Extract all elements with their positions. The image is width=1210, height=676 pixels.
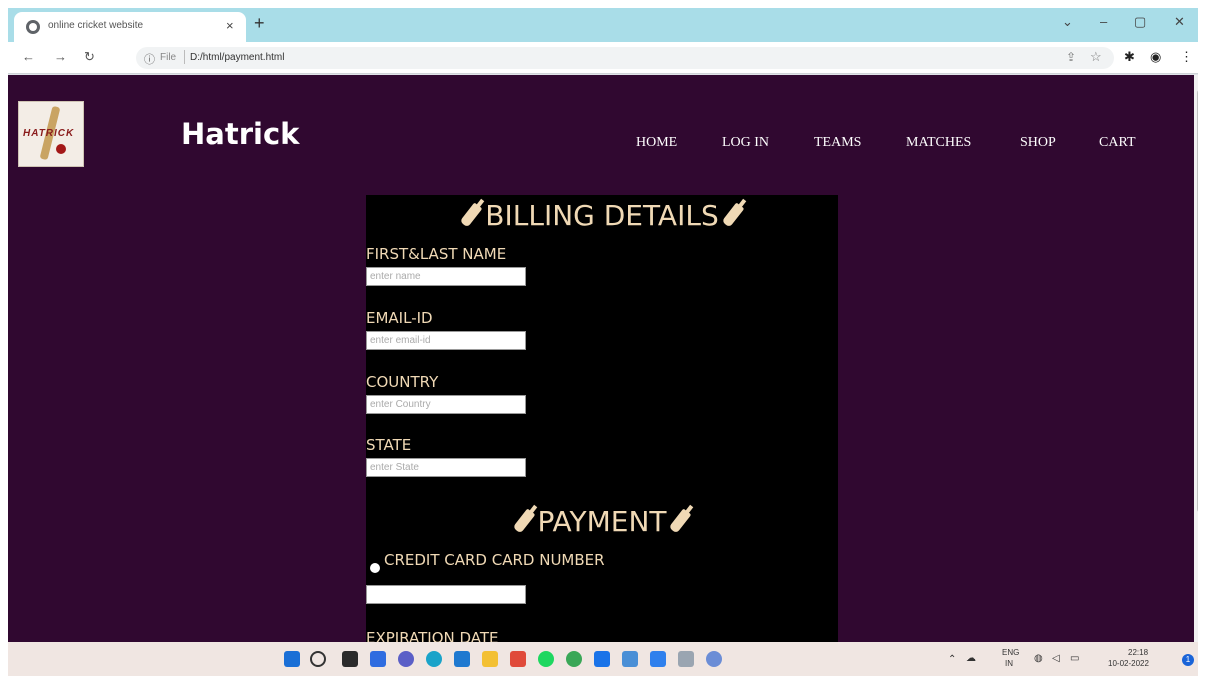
bookmark-star-icon[interactable]: ☆	[1090, 49, 1102, 65]
task-view-icon[interactable]	[342, 651, 358, 667]
cricket-bat-icon	[721, 202, 744, 228]
state-label: STATE	[366, 436, 412, 454]
volume-icon[interactable]: ◁	[1052, 653, 1060, 664]
scroll-up-arrow-icon[interactable]: ▲	[1197, 77, 1198, 84]
close-tab-icon[interactable]: ×	[226, 18, 234, 33]
card-number-input[interactable]	[366, 585, 526, 604]
nav-login[interactable]: LOG IN	[722, 135, 769, 151]
tab-strip: online cricket website × + ⌄ – ▢ ✕	[8, 8, 1198, 42]
extensions-puzzle-icon[interactable]: ✱	[1124, 49, 1135, 65]
maximize-button[interactable]: ▢	[1134, 14, 1146, 30]
url-scheme: File	[160, 52, 177, 63]
cricket-bat-icon	[669, 508, 692, 534]
site-brand: Hatrick	[181, 117, 300, 151]
credit-card-radio[interactable]	[370, 563, 380, 573]
share-icon[interactable]: ⇪	[1066, 50, 1076, 64]
expiration-label: EXPIRATION DATE	[366, 629, 499, 642]
cricket-bat-icon	[512, 508, 535, 534]
logo-text: HATRICK	[23, 128, 75, 139]
name-label: FIRST&LAST NAME	[366, 245, 507, 263]
search-icon[interactable]	[310, 651, 326, 667]
spotify-icon[interactable]	[538, 651, 554, 667]
profile-icon[interactable]: ◉	[1150, 49, 1161, 65]
forward-arrow-icon[interactable]: →	[54, 49, 67, 64]
info-icon[interactable]: ⓘ	[144, 51, 155, 67]
menu-dots-icon[interactable]: ⋮	[1180, 49, 1193, 65]
checkout-form: BILLING DETAILS FIRST&LAST NAME EMAIL-ID…	[366, 195, 838, 642]
credit-card-label: CREDIT CARD CARD NUMBER	[384, 551, 605, 569]
tray-chevron-icon[interactable]: ⌃	[948, 654, 956, 665]
nav-shop[interactable]: SHOP	[1020, 135, 1056, 151]
state-input[interactable]	[366, 458, 526, 477]
lang-top[interactable]: ENG	[1002, 648, 1019, 657]
chat-icon[interactable]	[398, 651, 414, 667]
scroll-thumb[interactable]	[1197, 89, 1198, 513]
nav-home[interactable]: HOME	[636, 135, 677, 151]
clock-time[interactable]: 22:18	[1128, 648, 1148, 657]
nav-teams[interactable]: TEAMS	[814, 135, 861, 151]
payment-heading: PAYMENT	[366, 505, 838, 538]
tab-title: online cricket website	[48, 20, 144, 31]
battery-icon[interactable]: ▭	[1070, 653, 1079, 664]
address-bar[interactable]: ⓘ File D:/html/payment.html ⇪ ☆	[136, 47, 1114, 69]
billing-heading: BILLING DETAILS	[366, 199, 838, 232]
mcafee-icon[interactable]	[510, 651, 526, 667]
wifi-icon[interactable]: ◍	[1034, 653, 1043, 664]
browser-toolbar: ← → ↻ ⓘ File D:/html/payment.html ⇪ ☆ ✱ …	[8, 42, 1198, 74]
widgets-icon[interactable]	[370, 651, 386, 667]
file-explorer-icon[interactable]	[482, 651, 498, 667]
os-taskbar: ⌃ ☁ ENG IN ◍ ◁ ▭ 22:18 10-02-2022 1	[8, 642, 1198, 676]
billing-heading-text: BILLING DETAILS	[485, 199, 719, 232]
payment-heading-text: PAYMENT	[537, 505, 667, 538]
close-window-button[interactable]: ✕	[1174, 14, 1185, 30]
start-windows-icon[interactable]	[284, 651, 300, 667]
clock-date[interactable]: 10-02-2022	[1108, 659, 1149, 668]
new-tab-button[interactable]: +	[254, 14, 265, 32]
reload-icon[interactable]: ↻	[84, 49, 95, 65]
country-input[interactable]	[366, 395, 526, 414]
minimize-button[interactable]: –	[1100, 14, 1107, 29]
name-input[interactable]	[366, 267, 526, 286]
tab-active[interactable]: online cricket website ×	[14, 12, 246, 42]
mail-icon[interactable]	[594, 651, 610, 667]
web-page: HATRICK Hatrick HOME LOG IN TEAMS MATCHE…	[8, 75, 1198, 642]
country-label: COUNTRY	[366, 373, 439, 391]
notepad-icon[interactable]	[622, 651, 638, 667]
vscode-icon[interactable]	[650, 651, 666, 667]
chrome-icon[interactable]	[566, 651, 582, 667]
paint-icon[interactable]	[706, 651, 722, 667]
calculator-icon[interactable]	[678, 651, 694, 667]
browser-window: online cricket website × + ⌄ – ▢ ✕ ← → ↻…	[8, 8, 1198, 676]
nav-cart[interactable]: CART	[1099, 135, 1136, 151]
globe-icon	[26, 20, 40, 34]
notification-badge[interactable]: 1	[1182, 654, 1194, 666]
back-arrow-icon[interactable]: ←	[22, 49, 35, 64]
store-icon[interactable]	[454, 651, 470, 667]
tab-search-chevron-icon[interactable]: ⌄	[1062, 14, 1073, 30]
cricket-bat-icon	[460, 202, 483, 228]
lang-bottom[interactable]: IN	[1005, 659, 1013, 668]
page-scrollbar[interactable]: ▲ ▼	[1194, 75, 1198, 642]
edge-browser-icon[interactable]	[426, 651, 442, 667]
site-logo[interactable]: HATRICK	[18, 101, 84, 167]
onedrive-cloud-icon[interactable]: ☁	[966, 653, 976, 664]
logo-ball-icon	[56, 144, 66, 154]
url-text[interactable]: D:/html/payment.html	[190, 52, 284, 63]
nav-matches[interactable]: MATCHES	[906, 135, 971, 151]
email-input[interactable]	[366, 331, 526, 350]
url-separator	[184, 50, 185, 64]
email-label: EMAIL-ID	[366, 309, 433, 327]
scroll-down-arrow-icon[interactable]: ▼	[1197, 627, 1198, 634]
